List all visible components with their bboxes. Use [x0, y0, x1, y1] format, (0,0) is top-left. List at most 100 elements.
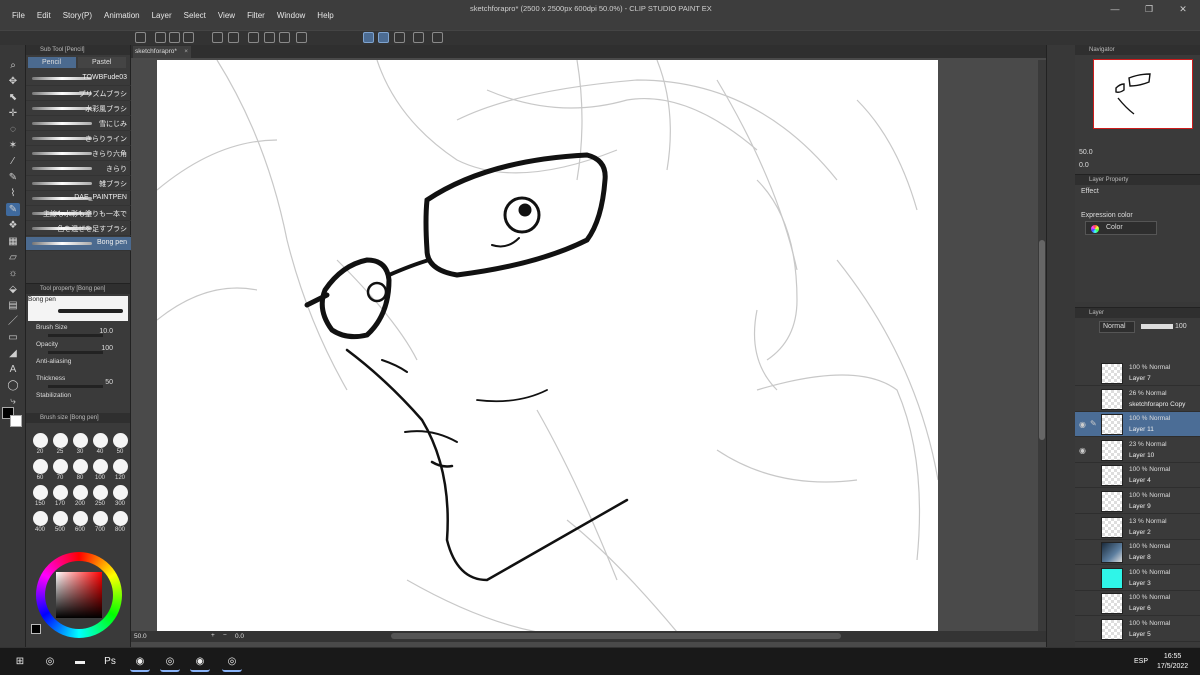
- new-file-icon[interactable]: [155, 32, 166, 43]
- layer-row[interactable]: 100 % Normal Layer 5: [1075, 617, 1200, 642]
- layer-row[interactable]: ◉ ✎ 100 % Normal Layer 11: [1075, 412, 1200, 438]
- file-explorer-icon[interactable]: ▬: [70, 652, 90, 672]
- lasso-icon[interactable]: ◌: [6, 123, 20, 136]
- snap-special-ruler-icon[interactable]: [378, 32, 389, 43]
- property-row[interactable]: Brush Size 10.0: [26, 324, 131, 340]
- brush-size-option[interactable]: 300: [110, 485, 130, 510]
- property-value[interactable]: 50: [105, 379, 113, 386]
- decoration-icon[interactable]: ▦: [6, 235, 20, 248]
- eye-icon[interactable]: ◉: [1079, 446, 1087, 455]
- pen-icon[interactable]: ✎: [6, 171, 20, 184]
- opacity-value[interactable]: 100: [1175, 323, 1187, 330]
- text-icon[interactable]: A: [6, 363, 20, 376]
- eyedropper-icon[interactable]: ⁄: [6, 155, 20, 168]
- open-file-icon[interactable]: [169, 32, 180, 43]
- brush-item[interactable]: きらり: [26, 162, 131, 176]
- brush-size-option[interactable]: 30: [70, 433, 90, 458]
- property-row[interactable]: Thickness 50: [26, 375, 131, 391]
- document-tab[interactable]: sketchforapro* ×: [133, 46, 191, 58]
- vertical-scrollbar[interactable]: [1038, 60, 1046, 632]
- menu-layer[interactable]: Layer: [146, 11, 178, 20]
- property-slider[interactable]: [48, 334, 103, 337]
- save-icon[interactable]: [183, 32, 194, 43]
- brush-size-option[interactable]: 600: [70, 511, 90, 536]
- menu-animation[interactable]: Animation: [98, 11, 146, 20]
- property-row[interactable]: Anti-aliasing: [26, 358, 131, 374]
- layer-row[interactable]: 100 % Normal Layer 7: [1075, 361, 1200, 386]
- brush-size-option[interactable]: 50: [110, 433, 130, 458]
- property-slider[interactable]: [48, 351, 103, 354]
- chrome-profile-icon[interactable]: ◉: [190, 652, 210, 672]
- brush-icon[interactable]: ⌇: [6, 187, 20, 200]
- brush-item[interactable]: きらり六角: [26, 147, 131, 161]
- brush-item[interactable]: Bong pen: [26, 237, 131, 251]
- move-icon[interactable]: ✥: [6, 75, 20, 88]
- brush-item[interactable]: 雑ブラシ: [26, 177, 131, 191]
- menu-window[interactable]: Window: [271, 11, 311, 20]
- layer-row[interactable]: 100 % Normal Layer 9: [1075, 489, 1200, 514]
- property-row[interactable]: Opacity 100: [26, 341, 131, 357]
- brush-size-option[interactable]: 60: [30, 459, 50, 484]
- brush-size-option[interactable]: 800: [110, 511, 130, 536]
- brush-item[interactable]: きらりライン: [26, 132, 131, 146]
- clip-studio-icon[interactable]: ◎: [222, 652, 242, 672]
- rotation-value[interactable]: 0.0: [235, 633, 244, 640]
- airbrush-icon[interactable]: ❖: [6, 219, 20, 232]
- fill-icon[interactable]: [279, 32, 290, 43]
- close-icon[interactable]: ✕: [1166, 0, 1200, 18]
- edge-icon[interactable]: ◎: [40, 652, 60, 672]
- menu-help[interactable]: Help: [311, 11, 339, 20]
- brush-size-option[interactable]: 200: [70, 485, 90, 510]
- drawing-canvas[interactable]: [157, 60, 938, 632]
- layer-row[interactable]: 13 % Normal Layer 2: [1075, 515, 1200, 540]
- navigator-zoom[interactable]: 50.0: [1079, 149, 1093, 156]
- layer-row[interactable]: 100 % Normal Layer 6: [1075, 591, 1200, 617]
- navigator-angle[interactable]: 0.0: [1079, 162, 1089, 169]
- brush-size-option[interactable]: 500: [50, 511, 70, 536]
- menu-select[interactable]: Select: [178, 11, 212, 20]
- figure-icon[interactable]: ／: [6, 315, 20, 328]
- blend-icon[interactable]: ☼: [6, 267, 20, 280]
- photoshop-icon[interactable]: Ps: [100, 652, 120, 672]
- deselect-icon[interactable]: [248, 32, 259, 43]
- menu-filter[interactable]: Filter: [241, 11, 271, 20]
- menu-story[interactable]: Story(P): [57, 11, 98, 20]
- brush-size-option[interactable]: 25: [50, 433, 70, 458]
- brush-item[interactable]: 主線も水彩も塗りも一本で: [26, 207, 131, 221]
- brush-size-option[interactable]: 150: [30, 485, 50, 510]
- gradient-icon[interactable]: ▤: [6, 299, 20, 312]
- chrome-icon[interactable]: ◉: [130, 652, 150, 672]
- layer-row[interactable]: 100 % Normal Layer 4: [1075, 463, 1200, 489]
- maximize-icon[interactable]: ❐: [1132, 0, 1166, 18]
- brush-item[interactable]: プリズムブラシ: [26, 87, 131, 101]
- frame-icon[interactable]: ▭: [6, 331, 20, 344]
- brush-size-option[interactable]: 250: [90, 485, 110, 510]
- property-slider[interactable]: [48, 385, 103, 388]
- eraser-icon[interactable]: ▱: [6, 251, 20, 264]
- layer-row[interactable]: 26 % Normal sketchforapro Copy: [1075, 387, 1200, 412]
- property-value[interactable]: 100: [101, 345, 113, 352]
- windows-start-icon[interactable]: ⊞: [10, 652, 30, 672]
- system-clock[interactable]: 16:55 17/5/2022: [1157, 652, 1188, 672]
- main-color-indicator[interactable]: [31, 624, 41, 634]
- help-icon[interactable]: [432, 32, 443, 43]
- brush-item[interactable]: 雪にじみ: [26, 117, 131, 131]
- clear-icon[interactable]: [264, 32, 275, 43]
- opacity-slider[interactable]: [1141, 324, 1173, 329]
- device-icon[interactable]: [413, 32, 424, 43]
- close-tab-icon[interactable]: ×: [184, 46, 188, 58]
- ruler-icon[interactable]: ◢: [6, 347, 20, 360]
- minimize-icon[interactable]: —: [1098, 0, 1132, 18]
- zoom-out-icon[interactable]: −: [223, 632, 227, 639]
- redo-icon[interactable]: [228, 32, 239, 43]
- brush-size-option[interactable]: 700: [90, 511, 110, 536]
- zoom-value[interactable]: 50.0: [134, 633, 147, 640]
- browser-icon[interactable]: ◎: [160, 652, 180, 672]
- brush-item[interactable]: TOWBFude03: [26, 72, 131, 86]
- brush-size-option[interactable]: 170: [50, 485, 70, 510]
- snap-ruler-icon[interactable]: [363, 32, 374, 43]
- snap-grid-icon[interactable]: [394, 32, 405, 43]
- brush-size-option[interactable]: 400: [30, 511, 50, 536]
- brush-size-option[interactable]: 80: [70, 459, 90, 484]
- magic-wand-icon[interactable]: ✶: [6, 139, 20, 152]
